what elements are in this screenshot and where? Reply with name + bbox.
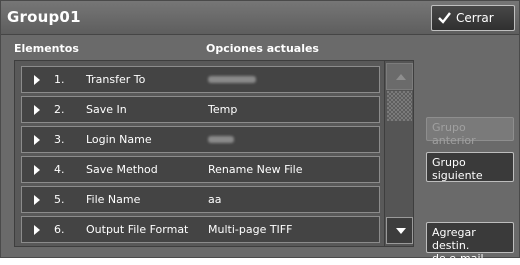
scrollbar[interactable] — [384, 61, 413, 246]
item-name: Save In — [86, 103, 127, 116]
list-item[interactable]: 3. Login Name — [21, 126, 380, 153]
scroll-down-button[interactable] — [386, 217, 413, 244]
list-item[interactable]: 4. Save Method Rename New File — [21, 156, 380, 183]
dialog: Group01 Cerrar Elementos Opciones actual… — [0, 0, 520, 265]
expand-arrow-icon — [34, 105, 40, 115]
previous-group-button[interactable]: Grupo anterior — [426, 117, 514, 147]
obscured-value — [208, 136, 234, 143]
close-button-label: Cerrar — [456, 11, 494, 25]
arrow-up-icon — [396, 74, 406, 80]
item-number: 1. — [54, 73, 65, 86]
close-button[interactable]: Cerrar — [431, 5, 515, 31]
column-header-items: Elementos — [14, 42, 79, 55]
item-number: 5. — [54, 193, 65, 206]
item-name: Login Name — [86, 133, 152, 146]
obscured-value — [208, 76, 256, 83]
expand-arrow-icon — [34, 75, 40, 85]
add-email-label-line2: de e-mail — [432, 252, 484, 265]
next-group-button[interactable]: Grupo siguiente — [426, 152, 514, 182]
item-name: Output File Format — [86, 223, 189, 236]
check-icon — [438, 12, 451, 24]
expand-arrow-icon — [34, 135, 40, 145]
title-bar: Group01 Cerrar — [1, 1, 519, 35]
scroll-up-button[interactable] — [386, 63, 413, 90]
item-name: Transfer To — [86, 73, 146, 86]
expand-arrow-icon — [34, 225, 40, 235]
scroll-thumb[interactable] — [387, 91, 412, 121]
next-group-label-line1: Grupo — [432, 156, 466, 169]
item-list: 1. Transfer To 2. Save In Temp 3. Login … — [14, 60, 414, 247]
add-email-destination-button[interactable]: Agregar destin. de e-mail — [426, 222, 514, 265]
next-group-label-line2: siguiente — [432, 169, 483, 182]
list-item[interactable]: 6. Output File Format Multi-page TIFF — [21, 216, 380, 243]
item-value: aa — [208, 193, 222, 206]
list-item[interactable]: 1. Transfer To — [21, 66, 380, 93]
expand-arrow-icon — [34, 195, 40, 205]
item-name: File Name — [86, 193, 141, 206]
item-value: Multi-page TIFF — [208, 223, 293, 236]
expand-arrow-icon — [34, 165, 40, 175]
list-item[interactable]: 5. File Name aa — [21, 186, 380, 213]
item-number: 4. — [54, 163, 65, 176]
window-title: Group01 — [7, 8, 81, 26]
item-number: 6. — [54, 223, 65, 236]
previous-group-label: Grupo anterior — [432, 121, 476, 147]
item-number: 3. — [54, 133, 65, 146]
column-header-current-options: Opciones actuales — [206, 42, 319, 55]
item-value: Temp — [208, 103, 238, 116]
item-number: 2. — [54, 103, 65, 116]
add-email-label-line1: Agregar destin. — [432, 226, 476, 252]
arrow-down-icon — [396, 228, 406, 234]
list-item[interactable]: 2. Save In Temp — [21, 96, 380, 123]
item-value: Rename New File — [208, 163, 303, 176]
item-name: Save Method — [86, 163, 158, 176]
